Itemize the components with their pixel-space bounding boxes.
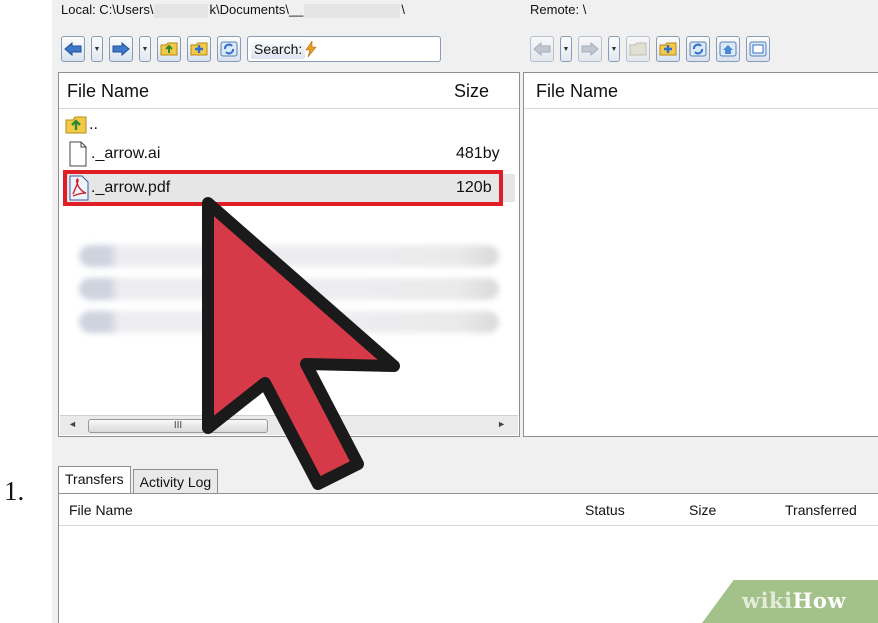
search-box[interactable]: Search: — [247, 36, 441, 62]
scroll-left-arrow[interactable]: ◄ — [68, 419, 77, 429]
remote-path-label: Remote: \ — [530, 2, 587, 17]
folder-up-icon — [629, 42, 647, 56]
refresh-icon — [689, 41, 707, 57]
watermark-text: wikiHow — [742, 588, 846, 613]
local-path-end: \ — [401, 2, 406, 17]
watermark-how: How — [792, 588, 847, 613]
blurred-row — [79, 245, 499, 267]
new-folder-icon — [190, 42, 208, 56]
local-file-list[interactable]: File Name Size .. ._arrow.ai 481by ._arr… — [58, 72, 520, 437]
blurred-row — [79, 278, 499, 300]
transfers-column-header: File Name Status Size Transferred — [59, 494, 878, 526]
forward-arrow-icon — [581, 42, 599, 56]
wikihow-watermark: wikiHow — [702, 580, 878, 623]
redacted-folder — [304, 3, 401, 18]
scroll-thumb[interactable]: III — [88, 419, 268, 433]
lightning-icon — [305, 41, 317, 57]
tab-transfers[interactable]: Transfers — [58, 466, 131, 494]
transfers-col-size[interactable]: Size — [689, 494, 716, 526]
back-arrow-icon — [64, 42, 82, 56]
remote-toolbar: ▼ ▼ — [530, 32, 770, 66]
local-path-mid: k\Documents\__ — [209, 2, 304, 17]
new-folder-icon — [659, 42, 677, 56]
transfers-col-file-name[interactable]: File Name — [69, 494, 133, 526]
remote-column-header: File Name — [524, 73, 878, 109]
remote-home-button[interactable] — [716, 36, 740, 62]
folder-up-button[interactable] — [157, 36, 181, 62]
remote-file-list[interactable]: File Name — [523, 72, 878, 437]
remote-back-dropdown[interactable]: ▼ — [560, 36, 572, 62]
home-icon — [719, 41, 737, 57]
remote-back-button[interactable] — [530, 36, 554, 62]
scroll-right-arrow[interactable]: ► — [497, 419, 506, 429]
forward-button[interactable] — [109, 36, 133, 62]
file-name: ._arrow.ai — [91, 145, 161, 162]
local-col-file-name[interactable]: File Name — [67, 73, 149, 109]
back-dropdown[interactable]: ▼ — [91, 36, 103, 62]
ftp-client-window: Local: C:\Users\ k\Documents\__ \ Remote: … — [52, 0, 878, 623]
tab-activity-log[interactable]: Activity Log — [132, 469, 219, 494]
remote-forward-dropdown[interactable]: ▼ — [608, 36, 620, 62]
remote-new-folder-button[interactable] — [656, 36, 680, 62]
local-toolbar: ▼ ▼ Search: — [61, 32, 441, 66]
redacted-username — [154, 3, 209, 18]
list-item-parent-dir[interactable]: .. — [63, 111, 515, 139]
folder-up-icon — [65, 116, 87, 134]
local-path-start: Local: C:\Users\ — [61, 2, 154, 17]
remote-folder-up-button[interactable] — [626, 36, 650, 62]
file-size: 481by — [456, 145, 500, 162]
bottom-tabs: Transfers Activity Log — [58, 466, 220, 494]
forward-dropdown[interactable]: ▼ — [139, 36, 151, 62]
list-item[interactable]: ._arrow.ai 481by — [63, 140, 515, 168]
blurred-row — [79, 311, 499, 333]
refresh-icon — [220, 41, 238, 57]
watermark-wiki: wiki — [742, 588, 793, 613]
local-col-size[interactable]: Size — [454, 73, 489, 109]
refresh-button[interactable] — [217, 36, 241, 62]
remote-forward-button[interactable] — [578, 36, 602, 62]
selection-highlight — [63, 170, 503, 206]
horizontal-scrollbar[interactable]: ◄ III ► — [60, 415, 518, 435]
back-arrow-icon — [533, 42, 551, 56]
local-path-label: Local: C:\Users\ k\Documents\__ \ — [61, 2, 523, 18]
forward-arrow-icon — [112, 42, 130, 56]
transfers-col-status[interactable]: Status — [585, 494, 625, 526]
window-icon — [749, 41, 767, 57]
search-label: Search: — [251, 39, 306, 59]
local-column-header: File Name Size — [59, 73, 519, 109]
back-button[interactable] — [61, 36, 85, 62]
folder-up-icon — [160, 42, 178, 56]
file-icon — [69, 141, 87, 167]
list-number: 1. — [4, 476, 25, 506]
remote-refresh-button[interactable] — [686, 36, 710, 62]
parent-dir-label: .. — [89, 116, 98, 133]
remote-col-file-name[interactable]: File Name — [536, 73, 618, 109]
new-folder-button[interactable] — [187, 36, 211, 62]
remote-window-button[interactable] — [746, 36, 770, 62]
transfers-col-transferred[interactable]: Transferred — [785, 494, 857, 526]
